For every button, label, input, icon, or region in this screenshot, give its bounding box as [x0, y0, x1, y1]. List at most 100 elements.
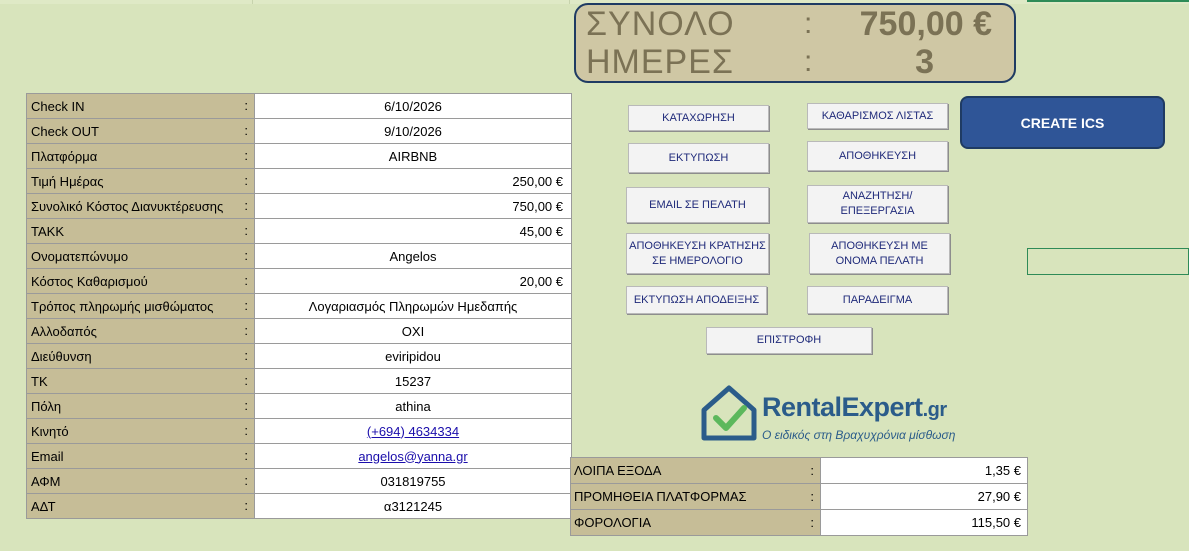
form-value-cell[interactable]: 15237	[254, 368, 572, 394]
expense-label: ΦΟΡΟΛΟΓΙΑ:	[570, 509, 821, 536]
form-row: Τρόπος πληρωμής μισθώματος: Λογαριασμός Π…	[26, 293, 572, 319]
form-value-cell[interactable]: 9/10/2026	[254, 118, 572, 144]
search-edit-button[interactable]: ΑΝΑΖΗΤΗΣΗ/ΕΠΕΞΕΡΓΑΣΙΑ	[807, 185, 948, 223]
gridline	[569, 0, 570, 4]
form-value-cell[interactable]: 750,00 €	[254, 193, 572, 219]
form-row: Email: angelos@yanna.gr	[26, 443, 572, 469]
selection-border	[1027, 0, 1189, 2]
form-label: ΤΚ:	[26, 368, 255, 394]
form-row: ΑΔΤ: α3121245	[26, 493, 572, 519]
form-value: 20,00 €	[519, 273, 563, 289]
form-value-cell[interactable]: (+694) 4634334	[254, 418, 572, 444]
form-label-text: Αλλοδαπός	[31, 323, 97, 339]
form-colon: :	[244, 423, 248, 438]
expense-value-cell[interactable]: 1,35 €	[820, 457, 1028, 484]
form-value-cell[interactable]: 6/10/2026	[254, 93, 572, 119]
expense-value: 1,35 €	[984, 463, 1021, 478]
expense-value-cell[interactable]: 27,90 €	[820, 483, 1028, 510]
form-label: Check IN:	[26, 93, 255, 119]
form-value-cell[interactable]: 031819755	[254, 468, 572, 494]
form-value-cell[interactable]: 45,00 €	[254, 218, 572, 244]
expense-value-cell[interactable]: 115,50 €	[820, 509, 1028, 536]
form-colon: :	[244, 173, 248, 188]
form-value-cell[interactable]: angelos@yanna.gr	[254, 443, 572, 469]
form-label: Τιμή Ημέρας:	[26, 168, 255, 194]
expense-label: ΠΡΟΜΗΘΕΙΑ ΠΛΑΤΦΟΡΜΑΣ:	[570, 483, 821, 510]
form-row: Διεύθυνση: eviripidou	[26, 343, 572, 369]
form-colon: :	[244, 248, 248, 263]
days-value: 3	[915, 43, 934, 81]
create-ics-button[interactable]: CREATE ICS	[960, 96, 1165, 149]
form-label: Κινητό:	[26, 418, 255, 444]
form-row: Πόλη: athina	[26, 393, 572, 419]
form-row: Αλλοδαπός: ΟΧΙ	[26, 318, 572, 344]
form-value-cell[interactable]: 20,00 €	[254, 268, 572, 294]
email-client-button[interactable]: EMAIL ΣΕ ΠΕΛΑΤΗ	[626, 187, 769, 223]
example-button[interactable]: ΠΑΡΑΔΕΙΓΜΑ	[807, 286, 948, 314]
expense-row: ΦΟΡΟΛΟΓΙΑ: 115,50 €	[570, 509, 1028, 536]
form-value-cell[interactable]: ΟΧΙ	[254, 318, 572, 344]
gridline	[252, 0, 253, 4]
form-value-cell[interactable]: athina	[254, 393, 572, 419]
print-button[interactable]: ΕΚΤΥΠΩΣΗ	[628, 143, 769, 173]
form-label-text: Check IN	[31, 98, 85, 114]
logo-brand-name: RentalExpert	[762, 392, 923, 422]
form-label-text: Κινητό	[31, 423, 69, 439]
form-value-cell[interactable]: α3121245	[254, 493, 572, 519]
form-row: Συνολικό Κόστος Διανυκτέρευσης: 750,00 €	[26, 193, 572, 219]
form-value-cell[interactable]: Angelos	[254, 243, 572, 269]
expense-value: 115,50 €	[971, 515, 1021, 530]
expense-colon: :	[810, 463, 814, 478]
form-label-text: Email	[31, 448, 64, 464]
form-label: ΤΑΚΚ:	[26, 218, 255, 244]
expense-row: ΛΟΙΠΑ ΕΞΟΔΑ: 1,35 €	[570, 457, 1028, 484]
form-value: AIRBNB	[388, 148, 438, 164]
form-colon: :	[244, 98, 248, 113]
form-label-text: Τρόπος πληρωμής μισθώματος	[31, 298, 214, 314]
logo-domain: .gr	[922, 399, 948, 421]
form-value: 9/10/2026	[384, 123, 442, 139]
form-label-text: ΑΦΜ	[31, 473, 61, 489]
form-label: ΑΦΜ:	[26, 468, 255, 494]
form-label: Ονοματεπώνυμο:	[26, 243, 255, 269]
clear-list-button[interactable]: ΚΑΘΑΡΙΣΜΟΣ ΛΙΣΤΑΣ	[807, 103, 948, 129]
form-row: Check IN: 6/10/2026	[26, 93, 572, 119]
expense-row: ΠΡΟΜΗΘΕΙΑ ΠΛΑΤΦΟΡΜΑΣ: 27,90 €	[570, 483, 1028, 510]
form-value-cell[interactable]: 250,00 €	[254, 168, 572, 194]
expense-label-text: ΛΟΙΠΑ ΕΞΟΔΑ	[574, 463, 662, 478]
form-row: ΤΚ: 15237	[26, 368, 572, 394]
form-label-text: Check OUT	[31, 123, 99, 139]
save-button[interactable]: ΑΠΟΘΗΚΕΥΣΗ	[807, 141, 948, 171]
booking-form: Check IN: 6/10/2026 Check OUT: 9/10/2026 Πλα…	[26, 93, 572, 519]
expense-label-text: ΠΡΟΜΗΘΕΙΑ ΠΛΑΤΦΟΡΜΑΣ	[574, 489, 747, 504]
back-button[interactable]: ΕΠΙΣΤΡΟΦΗ	[706, 327, 872, 354]
form-colon: :	[244, 398, 248, 413]
house-check-icon	[701, 385, 757, 441]
form-label: Check OUT:	[26, 118, 255, 144]
form-value: Angelos	[389, 248, 437, 264]
print-receipt-button[interactable]: ΕΚΤΥΠΩΣΗ ΑΠΟΔΕΙΞΗΣ	[626, 286, 767, 314]
form-label: Κόστος Καθαρισμού:	[26, 268, 255, 294]
form-value-cell[interactable]: eviripidou	[254, 343, 572, 369]
form-value-cell[interactable]: Λογαριασμός Πληρωμών Ημεδαπής	[254, 293, 572, 319]
form-label-text: Συνολικό Κόστος Διανυκτέρευσης	[31, 198, 224, 214]
form-value-link[interactable]: angelos@yanna.gr	[358, 449, 467, 464]
form-colon: :	[244, 348, 248, 363]
form-value-link[interactable]: (+694) 4634334	[367, 424, 459, 439]
form-value-cell[interactable]: AIRBNB	[254, 143, 572, 169]
save-client-name-button[interactable]: ΑΠΟΘΗΚΕΥΣΗ ΜΕ ΟΝΟΜΑ ΠΕΛΑΤΗ	[809, 233, 950, 274]
form-label-text: Ονοματεπώνυμο	[31, 248, 129, 264]
form-label-text: Πλατφόρμα	[31, 148, 98, 164]
form-colon: :	[244, 123, 248, 138]
expense-label-text: ΦΟΡΟΛΟΓΙΑ	[574, 515, 651, 530]
expense-label: ΛΟΙΠΑ ΕΞΟΔΑ:	[570, 457, 821, 484]
selected-cell[interactable]	[1027, 248, 1189, 275]
form-row: Κινητό: (+694) 4634334	[26, 418, 572, 444]
form-value: 15237	[394, 373, 432, 389]
form-value: 750,00 €	[512, 198, 563, 214]
save-booking-calendar-button[interactable]: ΑΠΟΘΗΚΕΥΣΗ ΚΡΑΤΗΣΗΣ ΣΕ ΗΜΕΡΟΛΟΓΙΟ	[626, 233, 769, 274]
form-value: 45,00 €	[519, 223, 563, 239]
register-button[interactable]: ΚΑΤΑΧΩΡΗΣΗ	[628, 105, 769, 131]
form-label: Αλλοδαπός:	[26, 318, 255, 344]
form-label-text: ΤΚ	[31, 373, 48, 389]
